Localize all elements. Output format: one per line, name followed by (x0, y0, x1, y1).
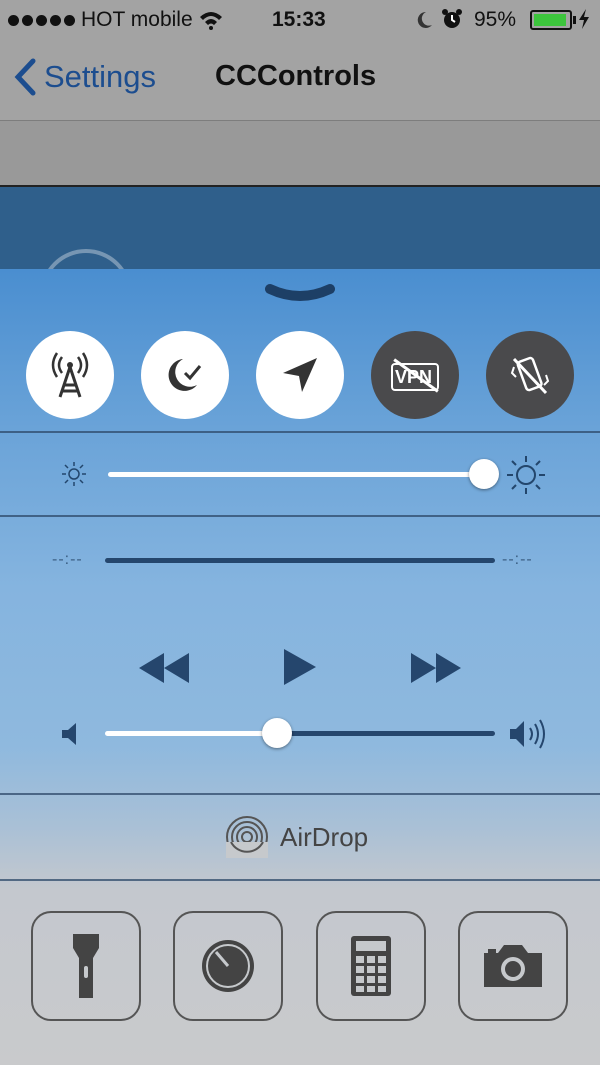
status-bar: HOT mobile 15:33 95% (0, 0, 600, 40)
elapsed-time: --:-- (52, 551, 83, 568)
volume-track-filled (105, 731, 277, 736)
remaining-time: --:-- (502, 551, 533, 568)
fast-forward-icon[interactable] (409, 651, 463, 685)
signal-dots-icon (8, 14, 75, 26)
timer-button[interactable] (173, 911, 283, 1021)
divider (0, 515, 600, 517)
back-label: Settings (44, 59, 157, 94)
airdrop-label: AirDrop (280, 821, 369, 852)
airdrop-icon (226, 816, 268, 858)
cellular-toggle[interactable] (26, 331, 114, 419)
app-banner-behind (0, 187, 600, 269)
volume-high-icon (510, 719, 545, 749)
grabber-chevron-icon[interactable] (264, 283, 336, 305)
camera-icon (484, 945, 542, 987)
flashlight-icon (73, 934, 99, 998)
vpn-icon: VPN (391, 358, 439, 393)
airdrop-button[interactable]: AirDrop (226, 815, 368, 859)
wifi-icon (199, 12, 222, 30)
brightness-high-icon (507, 456, 545, 494)
cellular-tower-icon (51, 352, 89, 398)
navigation-bar: Settings CCControls (0, 40, 600, 121)
volume-thumb[interactable] (262, 718, 292, 748)
alarm-icon (442, 9, 462, 28)
calculator-icon (351, 936, 391, 996)
vibrate-off-icon (510, 356, 550, 395)
vibrate-toggle[interactable] (486, 331, 574, 419)
battery-percent: 95% (474, 8, 517, 31)
play-icon[interactable] (282, 647, 318, 687)
calculator-button[interactable] (316, 911, 426, 1021)
brightness-slider[interactable] (108, 459, 499, 489)
page-title: CCControls (215, 60, 377, 92)
location-arrow-icon (283, 358, 317, 392)
volume-track-remaining (277, 731, 495, 736)
volume-slider[interactable] (105, 718, 495, 748)
divider (0, 793, 600, 795)
flashlight-button[interactable] (31, 911, 141, 1021)
carrier-name: HOT mobile (81, 8, 193, 31)
timer-icon (202, 940, 254, 992)
rewind-icon[interactable] (137, 651, 191, 685)
brightness-thumb[interactable] (469, 459, 499, 489)
volume-low-icon (62, 723, 76, 745)
moon-icon (417, 11, 432, 28)
battery-icon (530, 10, 576, 30)
status-time: 15:33 (272, 8, 326, 31)
brightness-low-icon (62, 462, 86, 486)
music-scrubber[interactable] (105, 558, 495, 563)
back-button[interactable]: Settings (14, 58, 156, 96)
carrier-group: HOT mobile (8, 8, 223, 32)
location-toggle[interactable] (256, 331, 344, 419)
do-not-disturb-toggle[interactable] (141, 331, 229, 419)
scrubber-track (105, 558, 495, 563)
do-not-disturb-moon-icon (168, 359, 202, 391)
charging-bolt-icon (579, 9, 589, 29)
chevron-left-icon (14, 58, 36, 96)
camera-button[interactable] (458, 911, 568, 1021)
vpn-toggle[interactable]: VPN (371, 331, 459, 419)
settings-header-strip (0, 121, 600, 187)
divider (0, 879, 600, 881)
brightness-track-filled (108, 472, 484, 477)
divider (0, 431, 600, 433)
control-center: VPN --:-- --:-- AirDrop (0, 269, 600, 1065)
